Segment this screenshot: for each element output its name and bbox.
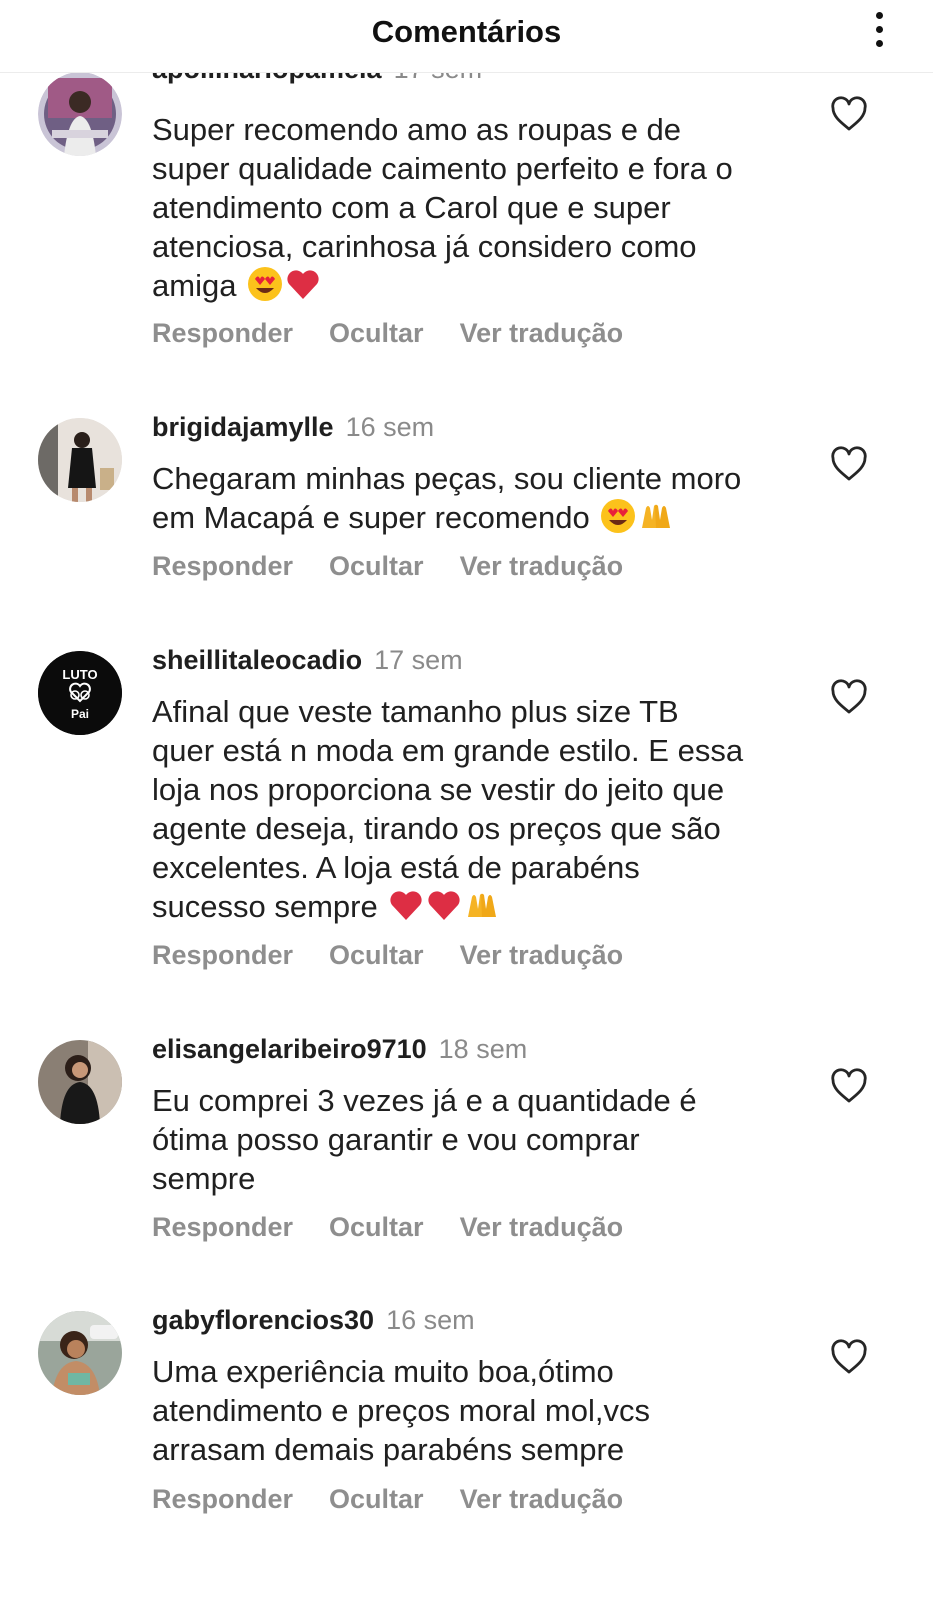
- reply-button[interactable]: Responder: [152, 940, 293, 970]
- comment-actions: Responder Ocultar Ver tradução: [152, 1484, 659, 1515]
- heart-eyes-emoji: [600, 498, 636, 543]
- raising-hands-emoji: [638, 498, 674, 543]
- comment-line: atendimento com a Carol que e super: [152, 190, 671, 225]
- comment-time: 16 sem: [386, 1305, 475, 1335]
- comment-line: sucesso sempre: [152, 889, 378, 924]
- comment-username[interactable]: gabyflorencios30: [152, 1305, 374, 1335]
- comment-actions: Responder Ocultar Ver tradução: [152, 551, 659, 582]
- hide-button[interactable]: Ocultar: [329, 940, 424, 970]
- comment-text: Eu comprei 3 vezes já e a quantidade é ó…: [152, 1081, 802, 1198]
- comment-line: atendimento e preços moral mol,vcs: [152, 1393, 650, 1428]
- avatar[interactable]: [38, 1311, 122, 1395]
- avatar[interactable]: LUTO Pai: [38, 651, 122, 735]
- reply-button[interactable]: Responder: [152, 1212, 293, 1242]
- comment-line: agente deseja, tirando os preços que são: [152, 811, 721, 846]
- translate-button[interactable]: Ver tradução: [460, 1212, 624, 1242]
- comment-actions: Responder Ocultar Ver tradução: [152, 318, 659, 349]
- red-heart-emoji: [285, 266, 321, 311]
- comment-line: sempre: [152, 1161, 256, 1196]
- translate-button[interactable]: Ver tradução: [460, 551, 624, 581]
- hide-button[interactable]: Ocultar: [329, 318, 424, 348]
- translate-button[interactable]: Ver tradução: [460, 940, 624, 970]
- comments-header: Comentários: [0, 0, 933, 73]
- comment-username[interactable]: elisangelaribeiro9710: [152, 1034, 427, 1064]
- comment-line: em Macapá e super recomendo: [152, 500, 590, 535]
- comment-line: Chegaram minhas peças, sou cliente moro: [152, 461, 742, 496]
- comment-time: 18 sem: [438, 1034, 528, 1064]
- comment-time: 17 sem: [374, 645, 463, 675]
- raising-hands-emoji: [464, 887, 500, 932]
- red-heart-emoji: [388, 887, 424, 932]
- comment-username[interactable]: apollinariopamela: [152, 72, 382, 84]
- heart-eyes-emoji: [247, 266, 283, 311]
- comment-text: Uma experiência muito boa,ótimo atendime…: [152, 1352, 802, 1469]
- comment-line: Afinal que veste tamanho plus size TB: [152, 694, 679, 729]
- hide-button[interactable]: Ocultar: [329, 1212, 424, 1242]
- more-options-icon[interactable]: [871, 12, 887, 52]
- like-heart-icon[interactable]: [830, 1339, 868, 1375]
- comment-actions: Responder Ocultar Ver tradução: [152, 940, 659, 971]
- comment-line: excelentes. A loja está de parabéns: [152, 850, 640, 885]
- comment-line: Eu comprei 3 vezes já e a quantidade é: [152, 1083, 697, 1118]
- comment-line: ótima posso garantir e vou comprar: [152, 1122, 640, 1157]
- like-heart-icon[interactable]: [830, 679, 868, 715]
- reply-button[interactable]: Responder: [152, 318, 293, 348]
- avatar-label: LUTO: [62, 667, 97, 682]
- hide-button[interactable]: Ocultar: [329, 551, 424, 581]
- comment-text: Chegaram minhas peças, sou cliente moro …: [152, 459, 802, 543]
- comment-text: Super recomendo amo as roupas e de super…: [152, 110, 802, 311]
- comment-username[interactable]: sheillitaleocadio: [152, 645, 362, 675]
- comment-line: loja nos proporciona se vestir do jeito …: [152, 772, 725, 807]
- comment-time: 16 sem: [345, 412, 435, 442]
- avatar-label: Pai: [71, 707, 89, 721]
- comment-line: Uma experiência muito boa,ótimo: [152, 1354, 614, 1389]
- translate-button[interactable]: Ver tradução: [460, 318, 624, 348]
- comment-username[interactable]: brigidajamylle: [152, 412, 334, 442]
- comment-line: Super recomendo amo as roupas e de: [152, 112, 682, 147]
- comment-text: Afinal que veste tamanho plus size TB qu…: [152, 692, 802, 932]
- page-title: Comentários: [371, 14, 562, 49]
- hide-button[interactable]: Ocultar: [329, 1484, 424, 1514]
- like-heart-icon[interactable]: [830, 446, 868, 482]
- comment-actions: Responder Ocultar Ver tradução: [152, 1212, 659, 1243]
- scrolled-username-row: apollinariopamela 17 sem: [0, 72, 933, 92]
- comment-line: arrasam demais parabéns sempre: [152, 1432, 625, 1467]
- comment-time: 17 sem: [394, 72, 483, 84]
- red-heart-emoji: [426, 887, 462, 932]
- comment-line: quer está n moda em grande estilo. E ess…: [152, 733, 744, 768]
- comment-line: super qualidade caimento perfeito e fora…: [152, 151, 733, 186]
- reply-button[interactable]: Responder: [152, 551, 293, 581]
- avatar[interactable]: [38, 1040, 122, 1124]
- comment-line: amiga: [152, 268, 237, 303]
- like-heart-icon[interactable]: [830, 1068, 868, 1104]
- reply-button[interactable]: Responder: [152, 1484, 293, 1514]
- comment-line: atenciosa, carinhosa já considero como: [152, 229, 697, 264]
- like-heart-icon[interactable]: [830, 96, 868, 132]
- avatar[interactable]: [38, 418, 122, 502]
- translate-button[interactable]: Ver tradução: [460, 1484, 624, 1514]
